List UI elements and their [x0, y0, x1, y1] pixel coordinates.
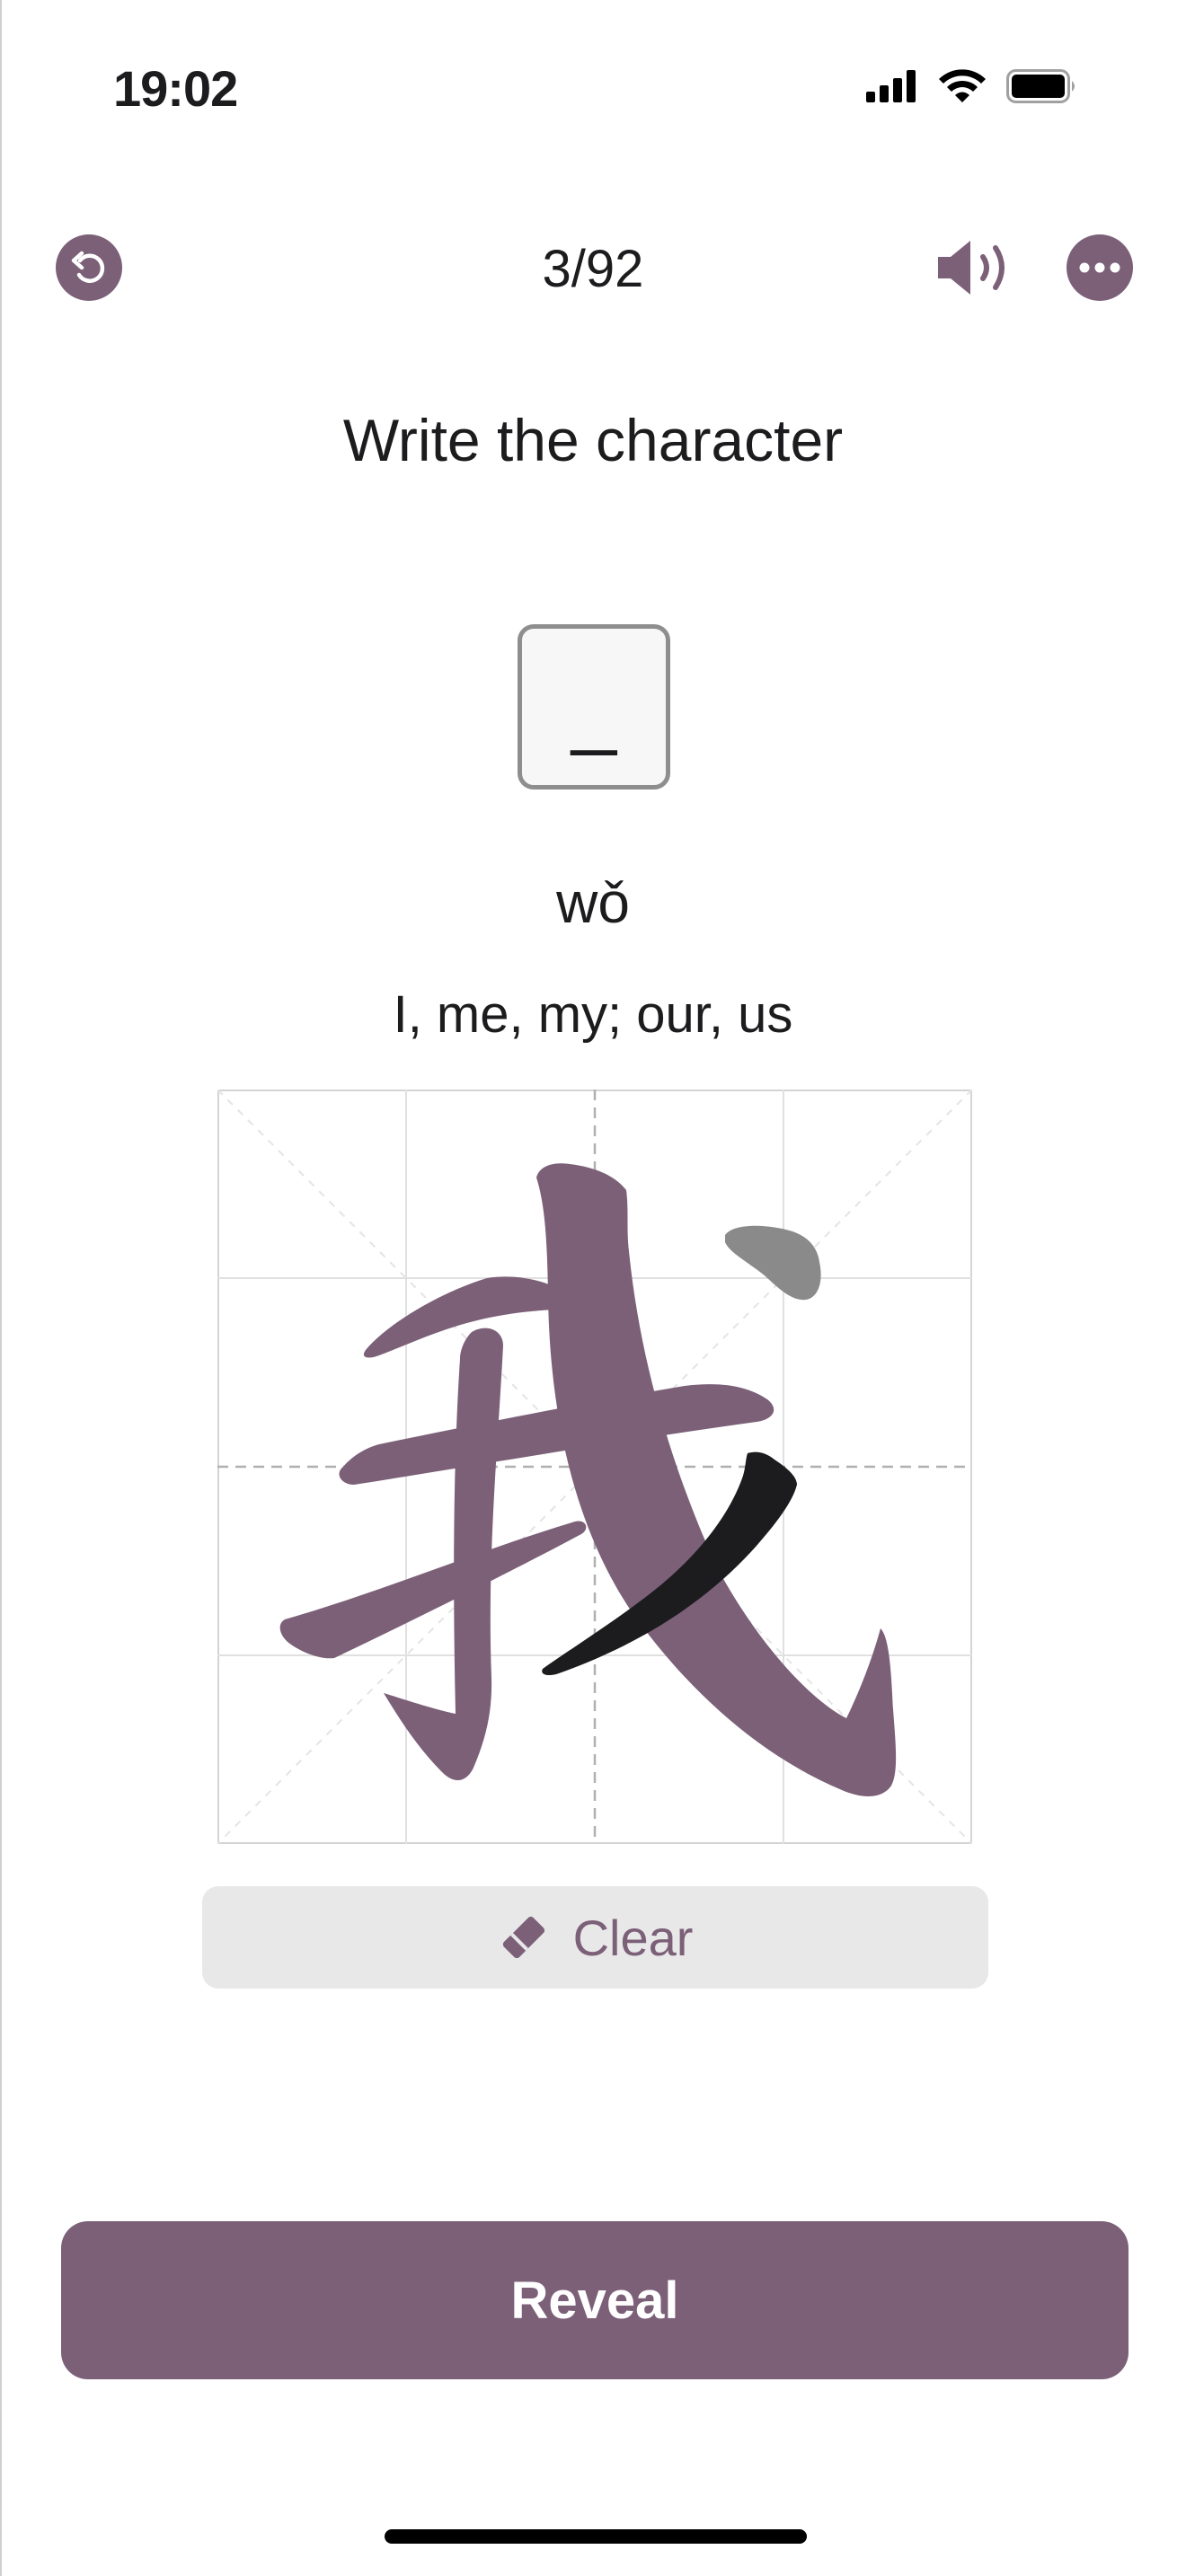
meaning: I, me, my; our, us — [393, 985, 793, 1044]
writing-canvas[interactable] — [217, 1090, 972, 1844]
wifi-icon — [939, 69, 986, 102]
cellular-signal-icon — [866, 70, 916, 102]
speaker-icon — [938, 241, 1005, 295]
clear-button-label: Clear — [572, 1909, 694, 1966]
pinyin: wǒ — [556, 870, 630, 935]
more-options-button[interactable] — [1067, 234, 1133, 301]
answer-box: _ — [518, 624, 670, 790]
reveal-button-label: Reveal — [510, 2271, 679, 2330]
status-icons — [866, 68, 1078, 104]
more-dots-icon — [1079, 262, 1120, 273]
screen-edge — [0, 0, 2, 2576]
answer-placeholder: _ — [571, 667, 617, 757]
status-time: 19:02 — [113, 60, 238, 117]
battery-icon — [1006, 69, 1075, 103]
reveal-button[interactable]: Reveal — [61, 2221, 1128, 2379]
home-indicator[interactable] — [385, 2529, 807, 2544]
audio-button[interactable] — [934, 235, 1015, 304]
eraser-icon — [502, 1916, 544, 1959]
page-title: Write the character — [342, 407, 844, 473]
clear-button[interactable]: Clear — [202, 1886, 988, 1989]
